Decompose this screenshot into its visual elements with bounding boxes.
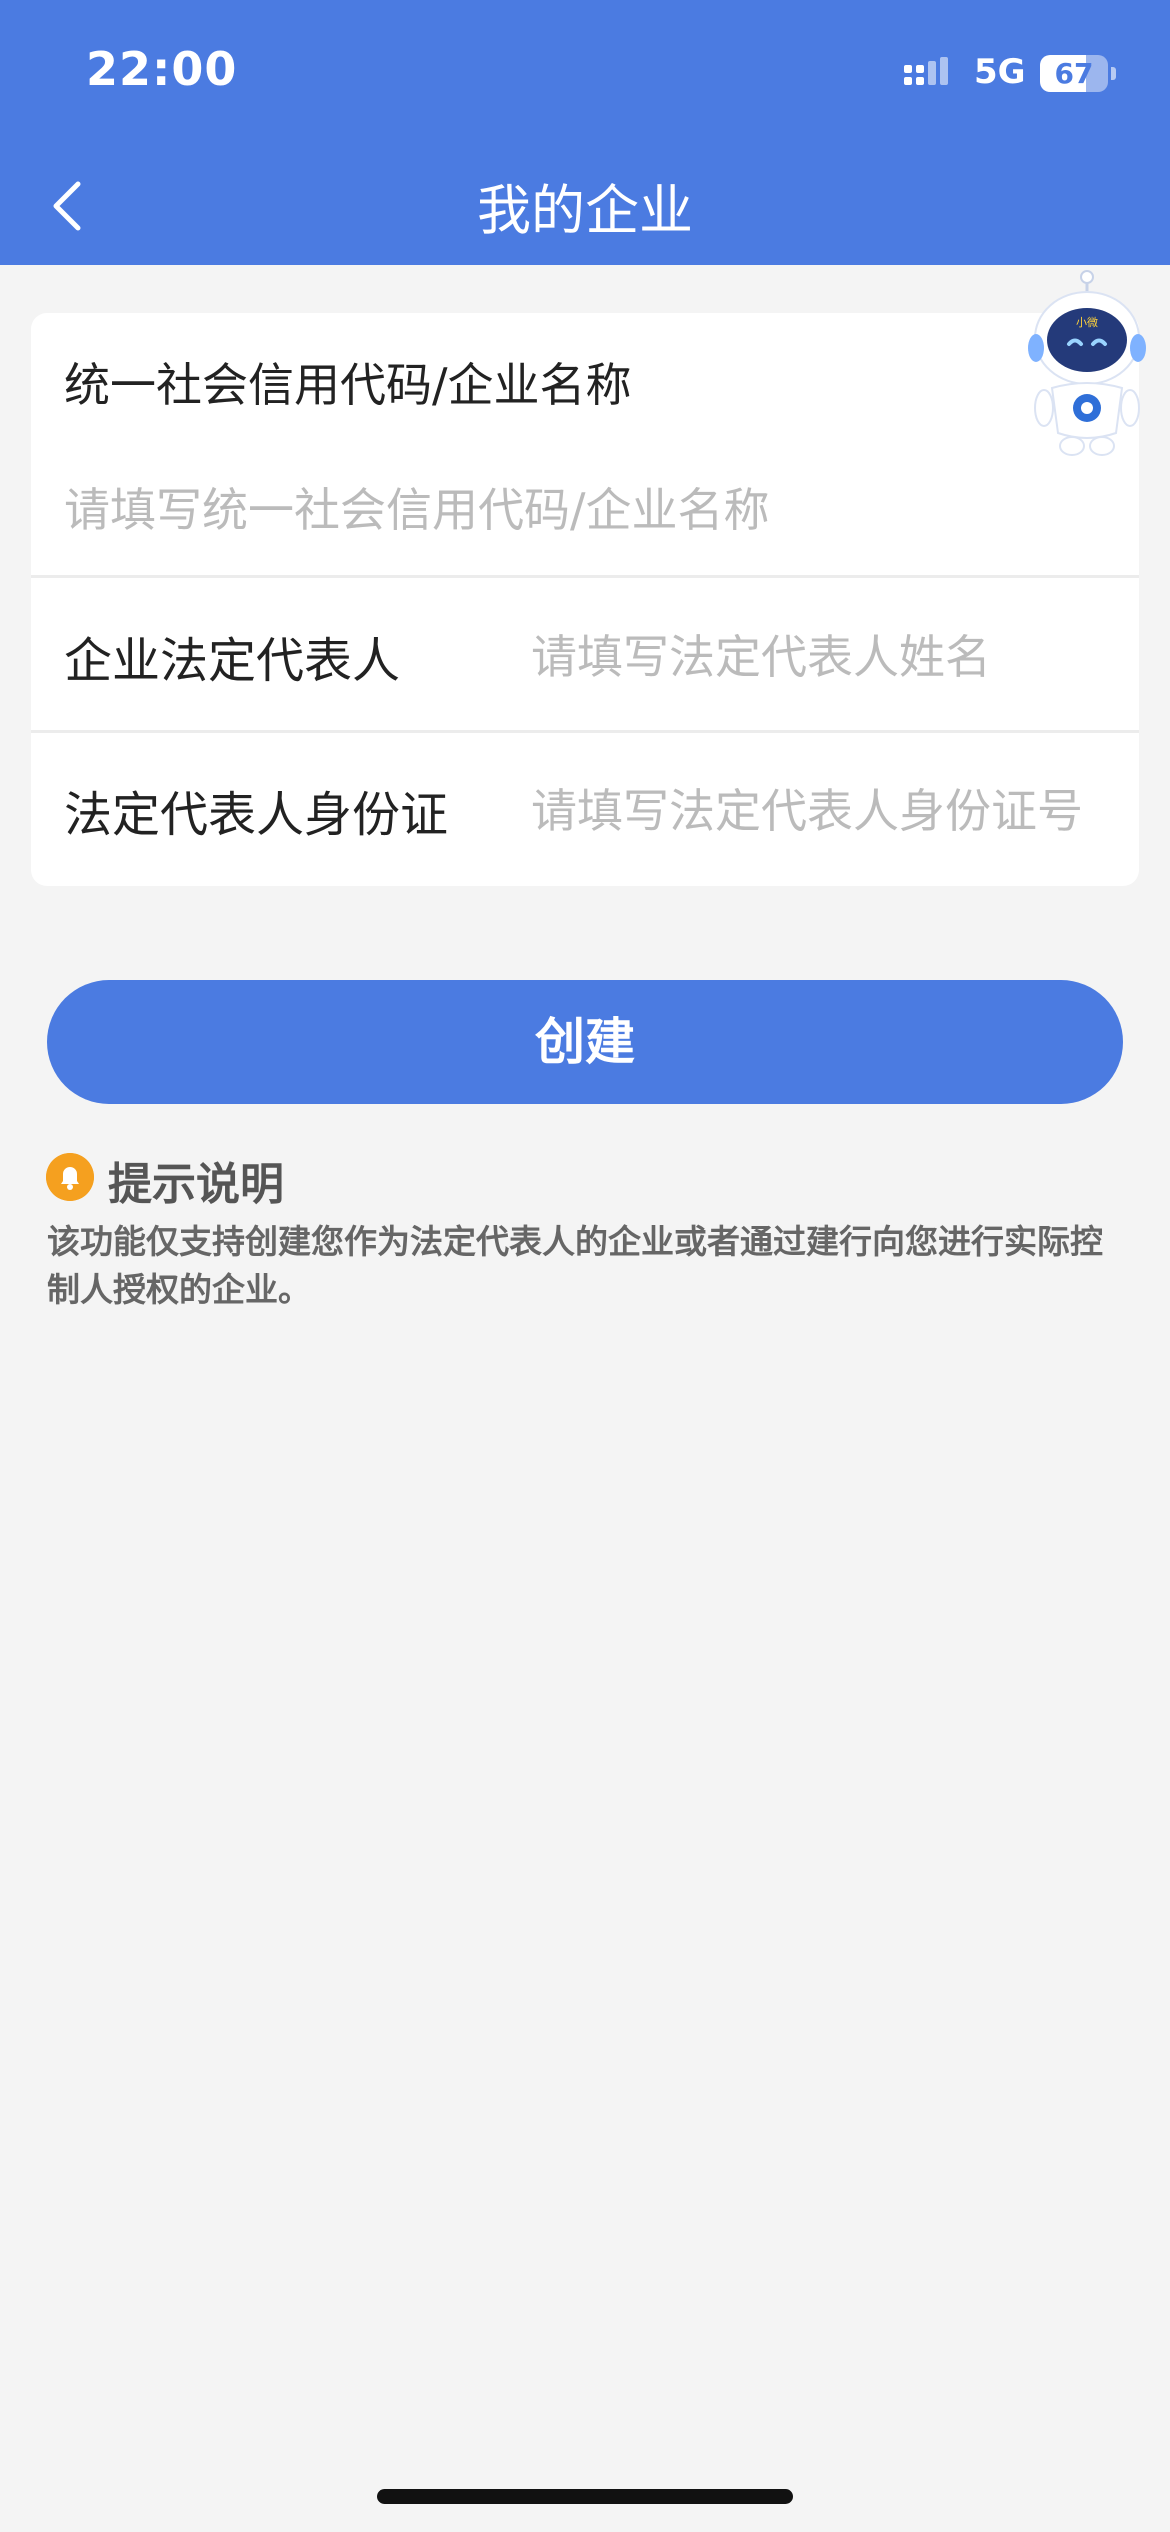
credit-code-label: 统一社会信用代码/企业名称 [64, 358, 632, 412]
page-title: 我的企业 [477, 179, 693, 242]
legal-rep-label: 企业法定代表人 [64, 633, 401, 689]
tips-title: 提示说明 [108, 1159, 284, 1210]
screen: 22:00 5G 67 我的企业 统一社会信用代码/企业名称 请填写统一社会信用… [0, 0, 1170, 2532]
enterprise-form: 统一社会信用代码/企业名称 请填写统一社会信用代码/企业名称 企业法定代表人 请… [31, 313, 1139, 886]
header: 22:00 5G 67 我的企业 [0, 0, 1170, 265]
legal-rep-id-label: 法定代表人身份证 [64, 787, 449, 843]
network-type: 5G [974, 52, 1026, 92]
divider [31, 575, 1139, 578]
battery-icon: 67 [1040, 55, 1116, 92]
robot-badge-text: 小微 [1076, 315, 1098, 329]
legal-rep-id-input[interactable]: 请填写法定代表人身份证号 [531, 775, 1083, 841]
create-button[interactable]: 创建 [47, 980, 1123, 1104]
divider [31, 730, 1139, 733]
credit-code-input[interactable]: 请填写统一社会信用代码/企业名称 [64, 475, 1104, 545]
cellular-signal-icon [904, 57, 948, 85]
home-indicator[interactable] [377, 2489, 793, 2504]
assistant-robot-icon[interactable]: 小微 [1022, 268, 1152, 458]
status-time: 22:00 [86, 42, 238, 96]
tips-text: 该功能仅支持创建您作为法定代表人的企业或者通过建行向您进行实际控制人授权的企业。 [47, 1222, 1103, 1309]
battery-level: 67 [1054, 57, 1094, 90]
legal-rep-input[interactable]: 请填写法定代表人姓名 [531, 621, 991, 687]
bell-icon [46, 1153, 94, 1201]
